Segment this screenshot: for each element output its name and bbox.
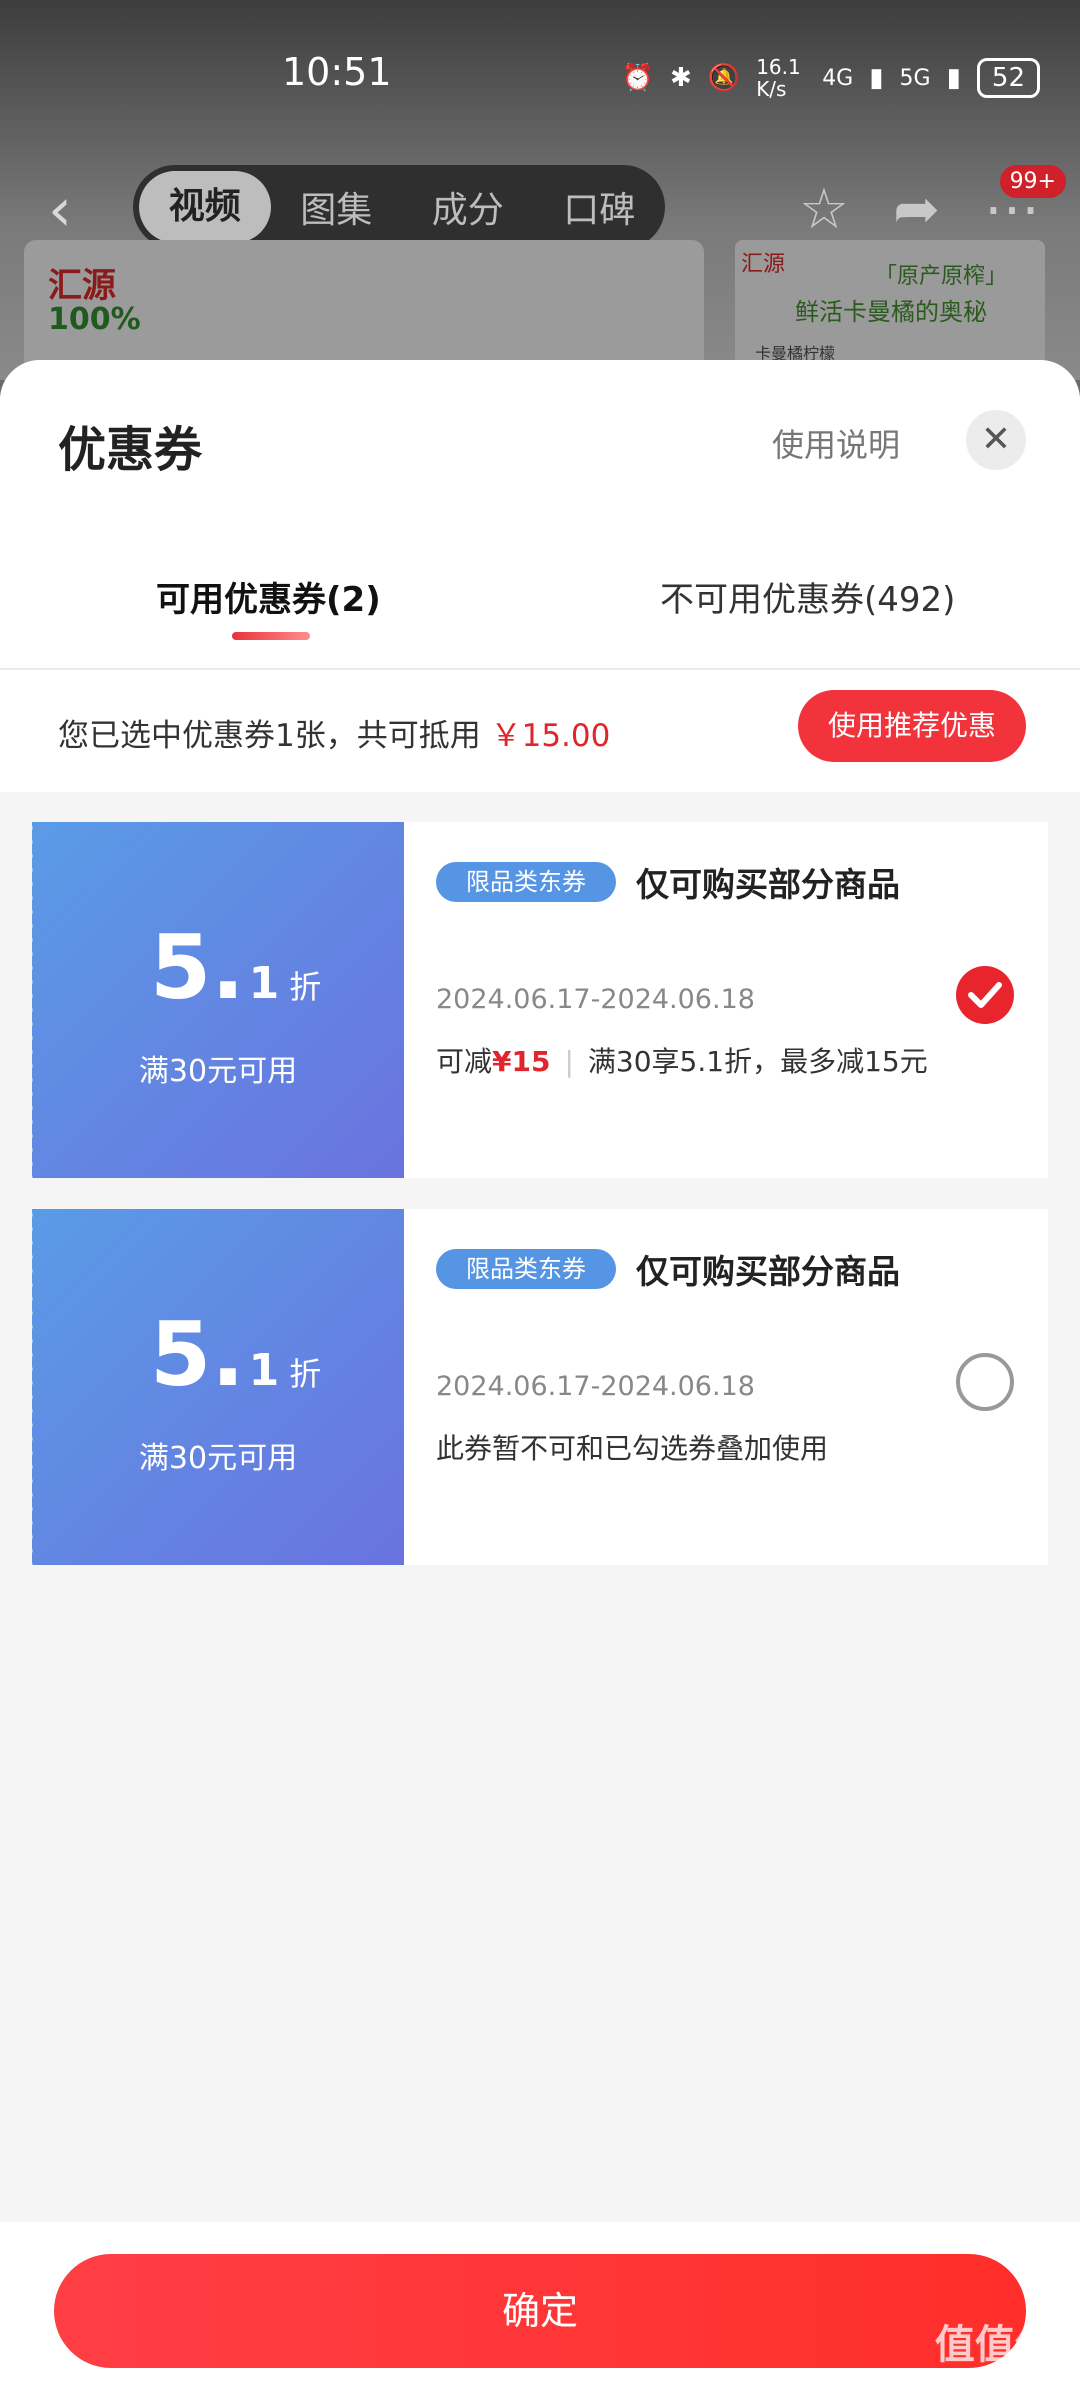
coupon-note: 此券暂不可和已勾选券叠加使用	[436, 1432, 829, 1465]
product-promo-image: 汇源 「原产原榨」 鲜活卡曼橘的奥秘 卡曼橘柠檬	[735, 240, 1045, 380]
discount-unit: 折	[289, 968, 322, 1006]
watermark-text: 值值值	[934, 2322, 1055, 2368]
watermark-url: zhizhizhi.com	[934, 2370, 1070, 2394]
brand-percent: 100%	[48, 302, 141, 337]
mute-icon: 🔕	[707, 63, 741, 93]
product-image: 汇源 100%	[24, 240, 704, 380]
coupon-condition: 满30元可用	[138, 1054, 298, 1089]
net-speed: 16.1 K/s	[756, 55, 801, 101]
coupon-rule: 满30享5.1折，最多减15元	[587, 1045, 928, 1078]
discount-value: 5. 1 折	[150, 916, 321, 1019]
share-icon[interactable]: ➦	[893, 177, 940, 242]
close-icon[interactable]: ✕	[966, 410, 1026, 470]
network-4g: 4G	[822, 65, 854, 91]
watermark: 值值值 zhizhizhi.com	[935, 2312, 1070, 2394]
discount-dec: 1	[248, 1345, 280, 1396]
coupon-tag: 限品类东券	[436, 862, 616, 902]
tab-ingredients[interactable]: 成分	[402, 181, 534, 233]
bottom-bar: 确定 值值值 zhizhizhi.com	[0, 2222, 1080, 2400]
brand-logo: 汇源	[48, 266, 116, 306]
sheet-header: 优惠券 使用说明 ✕ 可用优惠券(2) 不可用优惠券(492)	[0, 360, 1080, 670]
message-badge: 99+	[999, 165, 1066, 198]
usage-instructions-link[interactable]: 使用说明	[772, 420, 900, 466]
discount-unit: 折	[289, 1355, 322, 1393]
tab-reviews[interactable]: 口碑	[534, 181, 666, 233]
signal-icon-2: ▮	[946, 63, 961, 93]
use-recommended-button[interactable]: 使用推荐优惠	[798, 690, 1026, 762]
coupon-title: 仅可购买部分商品	[636, 865, 900, 904]
coupon-condition: 满30元可用	[138, 1441, 298, 1476]
coupon-date: 2024.06.17-2024.06.18	[436, 1371, 755, 1402]
coupon-card[interactable]: 5. 1 折 满30元可用 限品类东券 仅可购买部分商品 2024.06.17-…	[28, 822, 1048, 1178]
star-icon[interactable]: ☆	[799, 177, 849, 242]
selection-summary: 您已选中优惠券1张，共可抵用 ￥15.00 使用推荐优惠	[0, 670, 1080, 792]
summary-prefix: 您已选中优惠券1张，共可抵用	[58, 718, 481, 754]
status-time: 10:51	[282, 50, 392, 94]
separator: |	[564, 1045, 574, 1078]
confirm-button[interactable]: 确定	[54, 2254, 1026, 2368]
checkmark-icon	[968, 982, 1002, 1008]
bluetooth-icon: ✱	[670, 63, 692, 93]
discount-int: 5.	[150, 1303, 245, 1406]
reduce-prefix: 可减	[436, 1045, 493, 1078]
back-icon[interactable]: ‹	[48, 175, 72, 245]
coupon-sheet: 优惠券 使用说明 ✕ 可用优惠券(2) 不可用优惠券(492) 您已选中优惠券1…	[0, 360, 1080, 2400]
discount-dec: 1	[248, 958, 280, 1009]
coupon-card[interactable]: 5. 1 折 满30元可用 限品类东券 仅可购买部分商品 2024.06.17-…	[28, 1209, 1048, 1565]
discount-value: 5. 1 折	[150, 1303, 321, 1406]
coupon-title: 仅可购买部分商品	[636, 1252, 900, 1291]
summary-amount: ￥15.00	[490, 718, 611, 754]
active-tab-indicator	[232, 632, 310, 640]
summary-text: 您已选中优惠券1张，共可抵用 ￥15.00	[58, 710, 610, 755]
status-icons: ⏰ ✱ 🔕 16.1 K/s 4G ▮ 5G ▮ 52	[622, 56, 1040, 100]
tab-unavailable-coupons[interactable]: 不可用优惠券(492)	[660, 572, 955, 621]
status-bar: 10:51 ⏰ ✱ 🔕 16.1 K/s 4G ▮ 5G ▮ 52	[0, 50, 1080, 110]
battery-indicator: 52	[976, 58, 1040, 98]
tab-gallery[interactable]: 图集	[271, 181, 403, 233]
coupon-value-panel: 5. 1 折 满30元可用	[28, 1209, 404, 1565]
coupon-checkbox-unchecked[interactable]	[956, 1353, 1014, 1411]
coupon-checkbox-checked[interactable]	[956, 966, 1014, 1024]
coupon-tag: 限品类东券	[436, 1249, 616, 1289]
media-tabs: 视频 图集 成分 口碑	[133, 165, 665, 249]
network-5g: 5G	[899, 65, 931, 91]
sheet-title: 优惠券	[58, 422, 203, 478]
coupon-date: 2024.06.17-2024.06.18	[436, 984, 755, 1015]
reduce-amount: ¥15	[492, 1045, 551, 1078]
coupon-value-panel: 5. 1 折 满30元可用	[28, 822, 404, 1178]
alarm-icon: ⏰	[621, 63, 655, 93]
discount-int: 5.	[150, 916, 245, 1019]
coupon-description: 可减¥15 | 满30享5.1折，最多减15元	[436, 1040, 928, 1080]
tab-video[interactable]: 视频	[139, 171, 271, 243]
signal-icon: ▮	[869, 63, 884, 93]
promo-logo: 汇源	[741, 252, 786, 277]
tab-available-coupons[interactable]: 可用优惠券(2)	[156, 572, 381, 621]
promo-title: 鲜活卡曼橘的奥秘	[795, 298, 987, 326]
promo-tag: 「原产原榨」	[875, 264, 1008, 289]
